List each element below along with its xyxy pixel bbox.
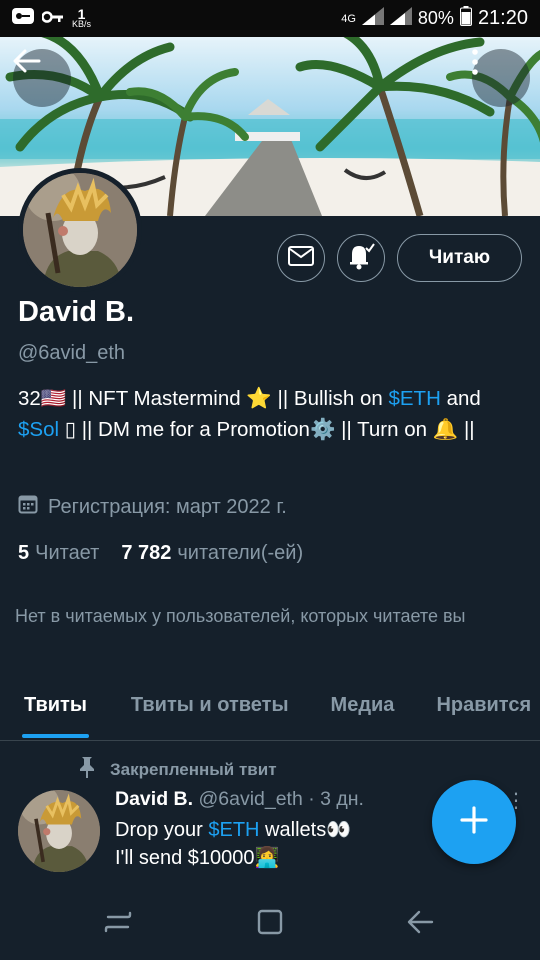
tweet-author-name[interactable]: David B. <box>115 788 193 810</box>
back-button[interactable] <box>13 49 71 107</box>
calendar-icon <box>18 494 38 520</box>
pin-icon <box>78 756 96 783</box>
message-button[interactable] <box>277 234 325 282</box>
recents-icon <box>104 909 132 940</box>
profile-handle: @6avid_eth <box>18 342 126 364</box>
network-type: 4G <box>341 12 356 25</box>
eth-cashtag-tweet-link[interactable]: $ETH <box>208 819 259 841</box>
battery-level: 80% <box>417 8 454 28</box>
mutual-followers-note: Нет в читаемых у пользователей, которых … <box>15 606 466 626</box>
sol-cashtag-link[interactable]: $Sol <box>18 418 59 441</box>
notifications-button[interactable] <box>337 234 385 282</box>
compose-tweet-button[interactable] <box>432 780 516 864</box>
more-options-button[interactable] <box>472 49 530 107</box>
android-nav-bar <box>0 888 540 960</box>
back-nav-button[interactable] <box>400 908 440 940</box>
home-icon <box>256 908 284 941</box>
profile-name: David B. <box>18 296 135 328</box>
following-count-link[interactable]: 5 Читает <box>18 542 99 565</box>
following-button[interactable]: Читаю <box>397 234 522 282</box>
tweet-author-avatar[interactable] <box>18 790 100 872</box>
follow-stats: 5 Читает 7 782 читатели(-ей) <box>18 542 303 565</box>
eth-cashtag-link[interactable]: $ETH <box>388 387 440 410</box>
tabs-divider <box>0 740 540 741</box>
signal-icon <box>361 7 384 30</box>
signal2-icon <box>389 7 412 30</box>
registration-date: Регистрация: март 2022 г. <box>18 494 287 520</box>
recents-button[interactable] <box>98 908 138 940</box>
pinned-label: Закрепленный твит <box>78 756 277 783</box>
profile-bio: 32🇺🇸 || NFT Mastermind ⭐ || Bullish on $… <box>18 387 481 441</box>
key-icon <box>41 8 64 29</box>
tab-tweets-replies[interactable]: Твиты и ответы <box>131 686 289 740</box>
tweet-meta: @6avid_eth · 3 дн. <box>198 788 364 810</box>
mail-icon <box>288 245 314 271</box>
battery-icon <box>459 6 472 31</box>
status-bar: 1 KB/s 4G 80% 21:20 <box>0 0 540 37</box>
home-button[interactable] <box>250 908 290 940</box>
tab-media[interactable]: Медиа <box>331 686 395 740</box>
clock: 21:20 <box>477 7 528 29</box>
bell-notify-icon <box>346 241 376 276</box>
vpn-key-icon <box>12 8 34 29</box>
tweet-header: David B. @6avid_eth · 3 дн. <box>115 788 364 811</box>
tab-tweets[interactable]: Твиты <box>22 686 89 740</box>
followers-count-link[interactable]: 7 782 читатели(-ей) <box>121 542 303 565</box>
tweet-text[interactable]: Drop your $ETH wallets👀 I'll send $10000… <box>115 816 435 872</box>
tab-likes[interactable]: Нравится <box>436 686 531 740</box>
profile-avatar[interactable] <box>18 168 142 292</box>
plus-icon <box>459 805 489 840</box>
profile-tabs: Твиты Твиты и ответы Медиа Нравится <box>0 686 540 740</box>
back-nav-icon <box>406 909 434 940</box>
network-speed: 1 KB/s <box>72 6 92 29</box>
